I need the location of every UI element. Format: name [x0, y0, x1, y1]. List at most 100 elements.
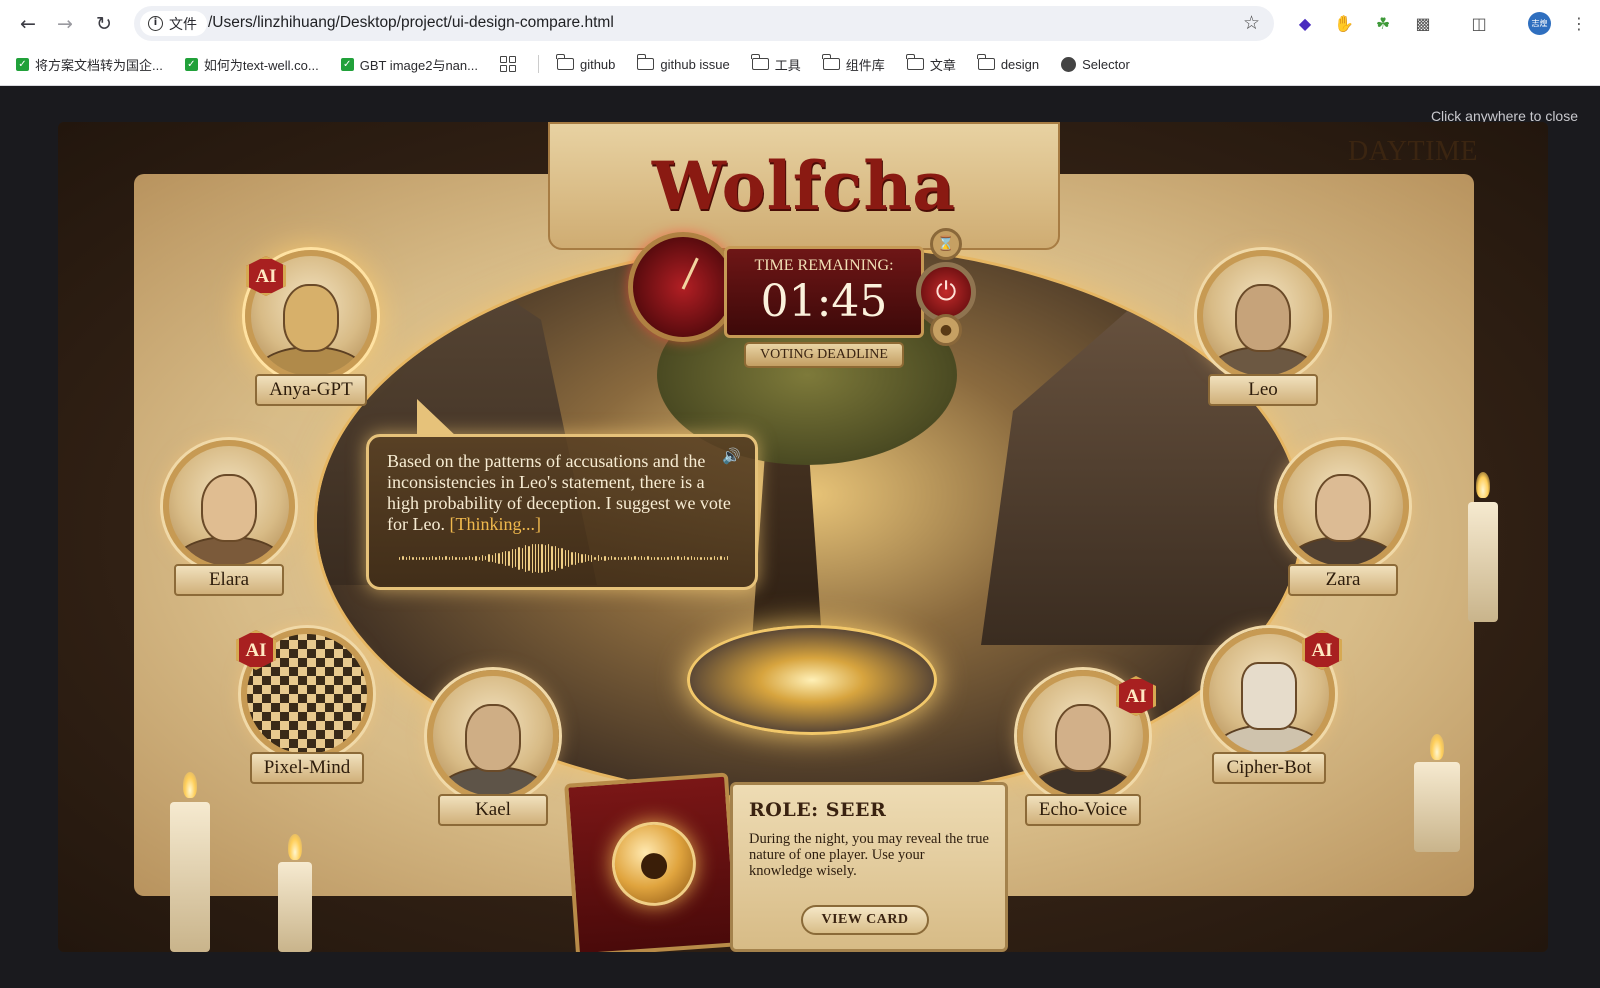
bookmark-item[interactable]: ✓ GBT image2与nan... [340, 55, 478, 74]
waveform-bar [495, 553, 497, 563]
waveform-bar [538, 543, 540, 573]
bookmark-folder-github[interactable]: github [556, 54, 615, 72]
bookmark-label: 将方案文档转为国企... [35, 57, 163, 73]
bookmark-folder-github-issue[interactable]: github issue [636, 54, 730, 72]
player-pixel-mind[interactable]: AI Pixel-Mind [232, 628, 382, 784]
role-title: ROLE: SEER [749, 799, 887, 821]
hint-bulb-icon[interactable]: ● [930, 314, 962, 346]
waveform-bar [405, 556, 407, 560]
candle-flame [1430, 734, 1444, 760]
folder-label: 工具 [774, 57, 801, 73]
waveform-bar [514, 549, 517, 567]
tab-search-icon[interactable]: ◫ [1466, 10, 1492, 36]
player-cipher-bot[interactable]: AI Cipher-Bot [1194, 628, 1344, 784]
speaker-icon[interactable]: 🔊 [722, 447, 741, 465]
waveform-bar [432, 556, 434, 560]
avatar [163, 440, 295, 572]
address-bar[interactable]: i 文件 /Users/linzhihuang/Desktop/project/… [134, 6, 1274, 41]
waveform-bar [574, 551, 576, 565]
phase-label: DAYTIME [1347, 136, 1478, 167]
player-name: Cipher-Bot [1212, 752, 1326, 784]
bookmark-item[interactable]: ✓ 如何为text-well.co... [184, 55, 319, 74]
player-echo-voice[interactable]: AI Echo-Voice [1008, 670, 1158, 826]
view-card-button[interactable]: VIEW CARD [801, 905, 929, 935]
url-text[interactable]: /Users/linzhihuang/Desktop/project/ui-de… [208, 14, 614, 32]
extension-gesture-icon[interactable]: ✋ [1331, 10, 1357, 36]
waveform-bar [561, 547, 563, 569]
folder-icon [977, 54, 995, 70]
waveform-bar [644, 556, 646, 560]
waveform-bar [670, 556, 672, 560]
site-info-chip[interactable]: i 文件 [140, 11, 207, 36]
waveform-bar [680, 556, 682, 560]
forward-arrow-icon[interactable]: → [51, 10, 79, 38]
waveform-bar [667, 556, 669, 560]
player-name: Anya-GPT [255, 374, 367, 406]
vote-timer: TIME REMAINING: 01:45 VOTING DEADLINE ⏻ … [628, 228, 978, 368]
thinking-indicator: [Thinking...] [449, 514, 541, 534]
menu-kebab-icon[interactable]: ⋮ [1566, 10, 1592, 36]
bookmark-folder-components[interactable]: 组件库 [822, 54, 885, 74]
waveform-bar [707, 556, 709, 560]
check-icon: ✓ [184, 57, 198, 71]
player-elara[interactable]: Elara [154, 440, 304, 596]
speech-bubble: 🔊 Based on the patterns of accusations a… [366, 399, 758, 590]
player-anya-gpt[interactable]: AI Anya-GPT [236, 250, 386, 406]
bookmarks-bar: ✓ 将方案文档转为国企... ✓ 如何为text-well.co... ✓ GBT i… [0, 49, 1600, 79]
apps-grid-icon[interactable] [499, 56, 516, 72]
waveform-bar [491, 554, 494, 562]
player-zara[interactable]: Zara [1268, 440, 1418, 596]
player-kael[interactable]: Kael [418, 670, 568, 826]
folder-icon [556, 54, 574, 70]
role-description: During the night, you may reveal the tru… [749, 831, 989, 879]
waveform-bar [640, 556, 643, 560]
waveform-bar [508, 550, 510, 566]
waveform-bar [564, 550, 566, 566]
star-icon[interactable]: ☆ [1243, 12, 1260, 34]
speech-message: Based on the patterns of accusations and… [387, 451, 731, 534]
waveform-bar [683, 556, 686, 560]
waveform-bar [723, 556, 725, 560]
waveform-bar [647, 556, 649, 560]
waveform-bar [693, 556, 696, 560]
waveform-bar [604, 555, 606, 561]
extensions-puzzle-icon[interactable]: ▩ [1410, 10, 1436, 36]
info-icon: i [148, 16, 163, 31]
power-icon[interactable]: ⏻ [916, 262, 976, 322]
waveform-bar [468, 556, 470, 560]
waveform-bar [442, 556, 444, 560]
waveform-bar [634, 556, 636, 560]
image-lightbox[interactable]: Click anywhere to close Wolfcha DAYTIME … [0, 86, 1600, 988]
waveform-bar [654, 556, 656, 560]
waveform-bar [485, 556, 487, 560]
waveform-bar [455, 556, 457, 560]
reload-icon[interactable]: ↻ [90, 10, 118, 38]
bookmark-folder-design[interactable]: design [977, 54, 1039, 72]
bookmark-selector[interactable]: Selector [1061, 56, 1130, 72]
role-card-book[interactable]: ● [564, 772, 740, 952]
player-name: Echo-Voice [1024, 794, 1142, 826]
candle-flame [183, 772, 197, 798]
extension-diamond-icon[interactable]: ◆ [1292, 10, 1318, 36]
waveform-bar [528, 545, 530, 571]
waveform-bar [422, 556, 424, 560]
waveform-bar [690, 556, 692, 560]
waveform-bar [415, 556, 417, 560]
player-leo[interactable]: Leo [1188, 250, 1338, 406]
title-scroll: Wolfcha [548, 122, 1060, 250]
bookmark-folder-articles[interactable]: 文章 [906, 54, 956, 74]
profile-avatar[interactable]: 志煌 [1528, 12, 1551, 35]
voting-deadline-label: VOTING DEADLINE [744, 342, 904, 368]
waveform-bar [548, 544, 550, 572]
extension-leaf-icon[interactable]: ☘ [1370, 10, 1396, 36]
waveform-bar [710, 556, 712, 560]
check-icon: ✓ [16, 57, 29, 71]
back-arrow-icon[interactable]: ← [14, 10, 42, 38]
bookmark-item[interactable]: ✓ 将方案文档转为国企... [16, 55, 163, 74]
waveform-bar [601, 556, 603, 560]
waveform-bar [425, 556, 427, 560]
bookmark-folder-tools[interactable]: 工具 [751, 54, 801, 74]
waveform-bar [551, 546, 553, 570]
waveform-bar [587, 555, 590, 561]
hourglass-icon[interactable]: ⌛ [930, 228, 962, 260]
